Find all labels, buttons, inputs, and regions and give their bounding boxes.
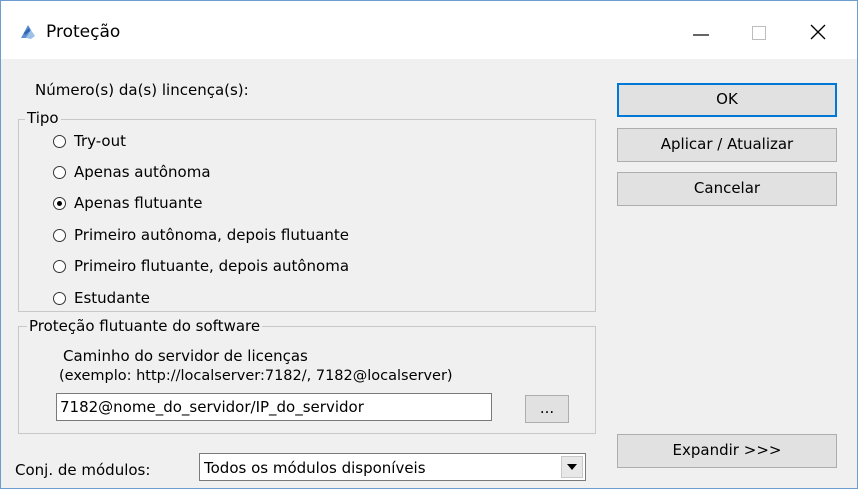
radio-primeiro-autonoma[interactable]: Primeiro autônoma, depois flutuante (53, 225, 349, 245)
apply-update-button[interactable]: Aplicar / Atualizar (617, 128, 837, 162)
radio-button-checked[interactable] (53, 196, 66, 210)
window-title: Proteção (46, 22, 121, 42)
maximize-button[interactable] (739, 17, 779, 45)
radio-primeiro-flutuante[interactable]: Primeiro flutuante, depois autônoma (53, 256, 349, 276)
radio-button[interactable] (53, 259, 66, 273)
license-numbers-label: Número(s) da(s) lincença(s): (35, 81, 249, 99)
modules-select[interactable]: Todos os módulos disponíveis (199, 453, 586, 481)
radio-label: Primeiro flutuante, depois autônoma (74, 257, 350, 275)
radio-label: Estudante (74, 289, 151, 307)
radio-apenas-autonoma[interactable]: Apenas autônoma (53, 162, 211, 182)
floating-protection-legend: Proteção flutuante do software (27, 317, 263, 335)
chevron-down-icon (567, 464, 577, 470)
app-logo-icon (19, 24, 37, 40)
expand-button[interactable]: Expandir >>> (617, 434, 837, 468)
radio-button[interactable] (53, 228, 66, 242)
cancel-button[interactable]: Cancelar (617, 172, 837, 206)
license-server-input[interactable]: 7182@nome_do_servidor/IP_do_servidor (56, 393, 492, 421)
server-path-label: Caminho do servidor de licenças (63, 347, 308, 365)
maximize-icon (752, 26, 766, 40)
modules-label: Conj. de módulos: (15, 461, 151, 479)
radio-button[interactable] (53, 165, 66, 179)
protection-dialog: Proteção Número(s) da(s) lincença(s): Ti… (0, 0, 858, 489)
close-icon (810, 24, 826, 40)
radio-try-out[interactable]: Try-out (53, 131, 126, 151)
radio-estudante[interactable]: Estudante (53, 288, 150, 308)
radio-apenas-flutuante[interactable]: Apenas flutuante (53, 193, 202, 213)
radio-button[interactable] (53, 134, 66, 148)
server-example-label: (exemplo: http://localserver:7182/, 7182… (59, 368, 453, 384)
browse-button[interactable]: ... (525, 395, 569, 423)
dropdown-button[interactable] (561, 456, 583, 478)
tipo-group-legend: Tipo (25, 109, 61, 127)
radio-button[interactable] (53, 291, 66, 305)
radio-label: Try-out (74, 132, 126, 150)
minimize-button[interactable] (681, 17, 721, 45)
radio-label: Apenas flutuante (74, 194, 203, 212)
modules-select-value: Todos os módulos disponíveis (204, 459, 426, 477)
close-button[interactable] (797, 17, 837, 45)
title-bar[interactable]: Proteção (1, 1, 857, 59)
radio-label: Apenas autônoma (74, 163, 211, 181)
ok-button[interactable]: OK (617, 83, 837, 117)
radio-label: Primeiro autônoma, depois flutuante (74, 226, 350, 244)
minimize-icon (693, 34, 709, 36)
